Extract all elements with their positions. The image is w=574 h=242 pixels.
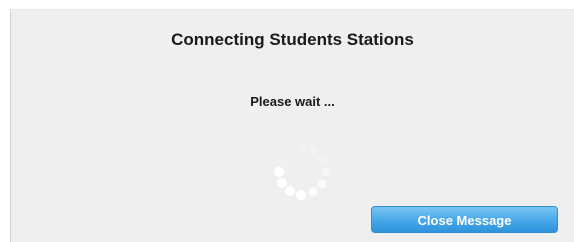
spinner-dot — [298, 144, 306, 152]
spinner-dot — [308, 187, 318, 197]
dialog-message: Please wait ... — [250, 94, 335, 109]
spinner-dot — [296, 190, 306, 200]
spinner-dot — [285, 186, 295, 196]
message-dialog: Connecting Students Stations Please wait… — [10, 9, 574, 242]
spinner-dot — [317, 179, 327, 189]
close-message-button[interactable]: Close Message — [371, 206, 558, 233]
spinner-dot — [319, 156, 327, 164]
spinner-dot — [310, 147, 318, 155]
spinner-dot — [279, 156, 287, 164]
dialog-title: Connecting Students Stations — [171, 30, 414, 49]
loading-spinner-icon — [274, 144, 330, 200]
spinner-dot — [322, 168, 330, 176]
spinner-dot — [274, 167, 284, 177]
spinner-dot — [287, 147, 295, 155]
spinner-dot — [277, 178, 287, 188]
